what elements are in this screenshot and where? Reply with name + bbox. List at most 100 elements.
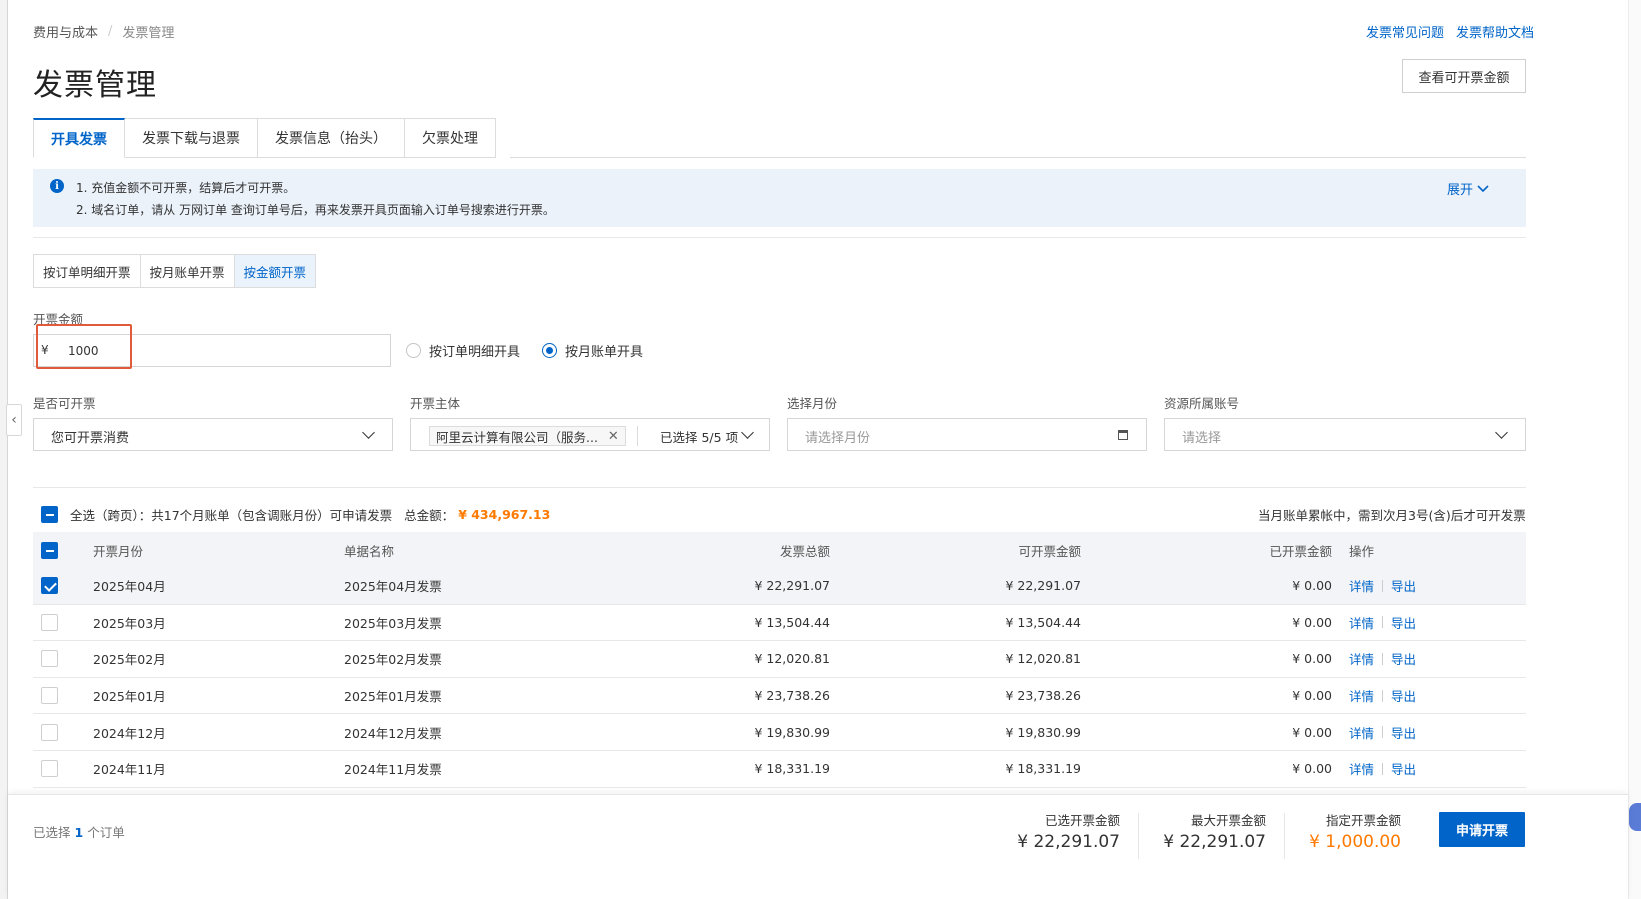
tab-owed-invoice[interactable]: 欠票处理 [405,118,496,158]
summary-text: 全选（跨页）：共17个月账单（包含调账月份）可申请发票 [70,508,393,523]
calendar-icon [1118,430,1128,440]
row-issued: ¥ 0.00 [1292,651,1332,667]
notice-banner: i 1. 充值金额不可开票，结算后才可开票。 2. 域名订单，请从 万网订单 查… [33,169,1526,227]
row-total: ¥ 18,331.19 [754,761,830,777]
mode-by-order-detail[interactable]: 按订单明细开票 [33,254,141,288]
footer-divider [1138,813,1139,859]
row-checkbox[interactable] [41,723,58,741]
row-checkbox[interactable] [41,577,58,595]
chevron-down-icon [1477,184,1489,192]
row-issued: ¥ 0.00 [1292,578,1332,594]
divider [33,237,1526,238]
apply-invoice-button[interactable]: 申请开票 [1439,812,1525,847]
header-available: 可开票金额 [1018,543,1081,559]
export-link[interactable]: 导出 [1391,649,1416,668]
detail-link[interactable]: 详情 [1349,759,1374,778]
radio-circle-selected [542,343,558,358]
radio-by-order-detail[interactable]: 按订单明细开具 [406,341,520,360]
breadcrumb-parent[interactable]: 费用与成本 [33,22,98,41]
floating-assistant-icon[interactable] [1629,803,1641,831]
table-row[interactable]: 2024年11月 2024年11月发票 ¥ 18,331.19 ¥ 18,331.19… [33,751,1526,788]
divider [33,487,1526,488]
export-link[interactable]: 导出 [1391,576,1416,595]
tab-issue-invoice[interactable]: 开具发票 [33,118,125,158]
export-link[interactable]: 导出 [1391,723,1416,742]
breadcrumb-separator: / [108,24,113,39]
selected-amount-stat: 已选开票金额 ¥ 22,291.07 [1017,810,1120,852]
detail-link[interactable]: 详情 [1349,613,1374,632]
table-row[interactable]: 2025年04月 2025年04月发票 ¥ 22,291.07 ¥ 22,291.07… [33,568,1526,605]
export-link[interactable]: 导出 [1391,613,1416,632]
detail-link[interactable]: 详情 [1349,686,1374,705]
export-link[interactable]: 导出 [1391,759,1416,778]
specified-amount-stat: 指定开票金额 ¥ 1,000.00 [1309,810,1401,852]
faq-link[interactable]: 发票常见问题 [1366,22,1444,41]
row-checkbox-cell [41,678,58,714]
detail-link[interactable]: 详情 [1349,723,1374,742]
scrollbar[interactable] [1628,0,1641,899]
table-row[interactable]: 2025年03月 2025年03月发票 ¥ 13,504.44 ¥ 13,504.44… [33,605,1526,642]
row-name: 2024年11月发票 [344,762,442,778]
annotation-highlight-box [36,324,132,369]
select-all-checkbox[interactable] [41,506,58,523]
tab-download-refund[interactable]: 发票下载与退票 [125,118,258,158]
detail-link[interactable]: 详情 [1349,649,1374,668]
row-checkbox[interactable] [41,613,58,631]
footer-bar: 已选择 1 个订单 已选开票金额 ¥ 22,291.07 最大开票金额 ¥ 22… [8,794,1628,899]
radio-label: 按月账单开具 [565,345,644,360]
breadcrumb-current: 发票管理 [122,26,175,41]
header-issued: 已开票金额 [1269,543,1332,559]
account-select[interactable]: 请选择 [1164,418,1526,451]
row-issued: ¥ 0.00 [1292,688,1332,704]
chevron-down-icon [1495,426,1508,439]
row-checkbox[interactable] [41,760,58,778]
row-checkbox[interactable] [41,650,58,668]
selected-prefix: 已选择 [33,825,71,840]
row-name: 2025年02月发票 [344,652,442,668]
row-actions: 详情 导出 [1349,678,1416,714]
row-available: ¥ 22,291.07 [1005,578,1081,594]
row-month: 2025年01月 [93,689,166,705]
month-picker[interactable]: 请选择月份 [787,418,1147,451]
help-docs-link[interactable]: 发票帮助文档 [1456,22,1534,41]
row-available: ¥ 19,830.99 [1005,724,1081,740]
specified-amount-label: 指定开票金额 [1325,813,1401,828]
row-total: ¥ 13,504.44 [754,614,830,630]
detail-link[interactable]: 详情 [1349,576,1374,595]
export-link[interactable]: 导出 [1391,686,1416,705]
help-links: 发票常见问题 发票帮助文档 [1366,22,1534,41]
mode-by-monthly-bill[interactable]: 按月账单开票 [140,254,235,288]
row-checkbox-cell [41,605,58,641]
table-row[interactable]: 2025年02月 2025年02月发票 ¥ 12,020.81 ¥ 12,020.81… [33,641,1526,678]
radio-by-monthly-bill[interactable]: 按月账单开具 [542,341,643,360]
invoiceable-select[interactable]: 您可开票消费 [33,418,393,451]
row-name: 2025年03月发票 [344,615,442,631]
issue-type-radio-group: 按订单明细开具 按月账单开具 [406,341,643,360]
close-icon[interactable]: ✕ [608,429,619,444]
row-checkbox[interactable] [41,687,58,705]
select-all-summary: 全选（跨页）：共17个月账单（包含调账月份）可申请发票 总金额： ¥ 434,9… [41,505,550,524]
action-separator [1382,689,1384,702]
table-row[interactable]: 2025年01月 2025年01月发票 ¥ 23,738.26 ¥ 23,738.26… [33,678,1526,715]
row-month: 2024年12月 [93,725,166,741]
tab-invoice-info[interactable]: 发票信息（抬头） [258,118,405,158]
view-invoiceable-amount-button[interactable]: 查看可开票金额 [1402,59,1526,93]
max-amount-stat: 最大开票金额 ¥ 22,291.07 [1163,810,1266,852]
mode-by-amount[interactable]: 按金额开票 [234,254,317,288]
row-issued: ¥ 0.00 [1292,614,1332,630]
row-checkbox-cell [41,714,58,750]
notice-expand-button[interactable]: 展开 [1447,179,1489,198]
tabs-divider [510,157,1526,158]
entity-select[interactable]: 阿里云计算有限公司（服务... ✕ 已选择 5/5 项 [410,418,770,451]
invoiceable-value: 您可开票消费 [51,431,130,446]
row-checkbox-cell [41,641,58,677]
info-icon: i [50,179,64,193]
sidebar-collapse-icon[interactable]: ‹ [6,404,22,436]
row-issued: ¥ 0.00 [1292,724,1332,740]
header-name: 单据名称 [344,543,395,559]
selected-number: 1 [74,825,84,840]
notice-line-1: 1. 充值金额不可开票，结算后才可开票。 [76,181,296,195]
action-separator [1382,579,1384,592]
header-select-checkbox[interactable] [41,541,58,559]
table-row[interactable]: 2024年12月 2024年12月发票 ¥ 19,830.99 ¥ 19,830.99… [33,714,1526,751]
